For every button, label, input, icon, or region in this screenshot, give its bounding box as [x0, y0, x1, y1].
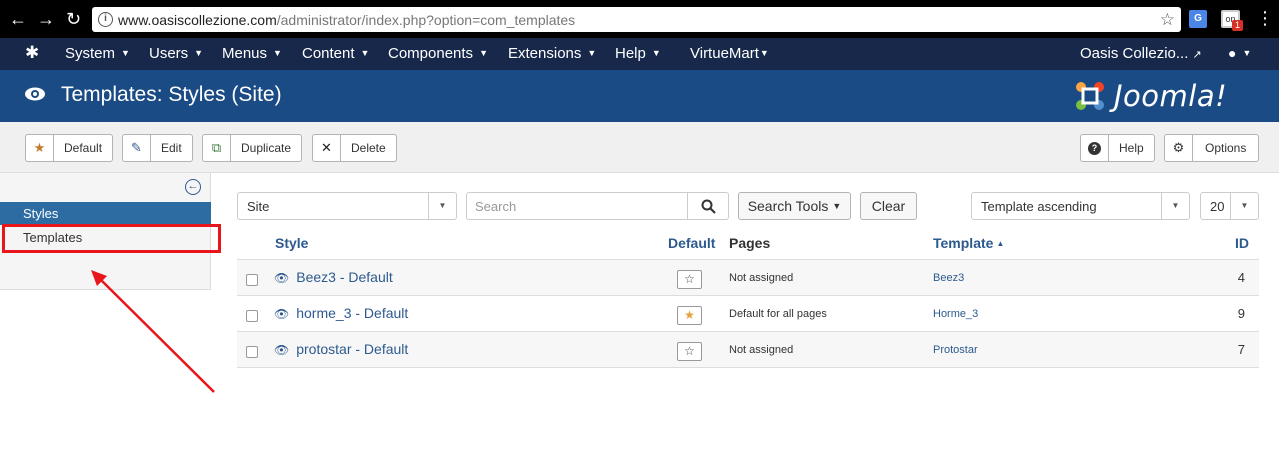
toolbar: ★ Default ✎ Edit ⧉ Duplicate ✕ Delete ? …: [0, 122, 1279, 173]
annotation-highlight-box: [2, 224, 221, 253]
menu-users[interactable]: Users ▼: [149, 45, 203, 62]
search-tools-button[interactable]: Search Tools ▼: [738, 192, 851, 220]
gear-icon: ⚙: [1165, 135, 1193, 161]
joomla-mark-icon: [1076, 82, 1104, 110]
client-select[interactable]: Site ▼: [237, 192, 457, 220]
page-title: Templates: Styles (Site): [61, 83, 282, 106]
star-icon: ★: [26, 135, 54, 161]
style-link[interactable]: 👁 horme_3 - Default: [274, 305, 408, 321]
menu-virtuemart[interactable]: VirtueMart▼: [690, 45, 769, 62]
info-icon[interactable]: i: [98, 12, 113, 27]
joomla-logo-icon[interactable]: ✱: [25, 44, 43, 62]
copy-icon: ⧉: [203, 135, 231, 161]
search-button[interactable]: [687, 192, 729, 220]
row-checkbox[interactable]: [246, 274, 258, 286]
close-icon: ✕: [313, 135, 341, 161]
extension-badge: 1: [1232, 20, 1243, 31]
edit-button[interactable]: ✎ Edit: [122, 134, 193, 162]
table-row: 👁 horme_3 - Default ★ Default for all pag…: [237, 296, 1259, 332]
options-button[interactable]: ⚙ Options: [1164, 134, 1260, 162]
edit-icon: ✎: [123, 135, 151, 161]
user-icon: ●: [1228, 45, 1237, 61]
pages-cell: Not assigned: [729, 344, 794, 356]
page-header: Templates: Styles (Site) Joomla!: [0, 70, 1279, 122]
column-header-default[interactable]: Default: [668, 235, 715, 251]
menu-content[interactable]: Content ▼: [302, 45, 369, 62]
reload-icon[interactable]: ↻: [66, 9, 81, 29]
question-icon: ?: [1081, 135, 1109, 161]
admin-navbar: ✱ System ▼ Users ▼ Menus ▼ Content ▼ Compone…: [0, 38, 1279, 70]
pages-cell: Default for all pages: [729, 308, 827, 320]
caret-down-icon: ▼: [428, 193, 456, 219]
style-link[interactable]: 👁 Beez3 - Default: [274, 269, 393, 285]
menu-components[interactable]: Components ▼: [388, 45, 488, 62]
template-link[interactable]: Horme_3: [933, 308, 978, 320]
column-header-template[interactable]: Template ▲: [933, 235, 1004, 251]
table-row: 👁 protostar - Default ☆ Not assigned Prot…: [237, 332, 1259, 368]
table-header: Style Default Pages Template ▲ ID: [237, 228, 1259, 260]
clear-button[interactable]: Clear: [860, 192, 917, 220]
eye-icon: 👁: [274, 271, 290, 285]
site-link[interactable]: Oasis Collezio... ↗: [1080, 45, 1202, 62]
browser-chrome: ← → ↻ i www.oasiscollezione.com/administ…: [0, 0, 1279, 38]
set-default-star-button[interactable]: ☆: [677, 270, 702, 289]
caret-down-icon: ▼: [1161, 193, 1189, 219]
address-bar[interactable]: i www.oasiscollezione.com/administrator/…: [92, 7, 1181, 32]
row-checkbox[interactable]: [246, 346, 258, 358]
template-link[interactable]: Beez3: [933, 272, 964, 284]
menu-system[interactable]: System ▼: [65, 45, 130, 62]
back-arrow-icon[interactable]: ←: [9, 9, 27, 29]
search-input[interactable]: [466, 192, 687, 220]
id-cell: 4: [1237, 270, 1245, 285]
row-checkbox[interactable]: [246, 310, 258, 322]
limit-select[interactable]: 20 ▼: [1200, 192, 1259, 220]
menu-extensions[interactable]: Extensions ▼: [508, 45, 596, 62]
browser-menu-icon[interactable]: ⋮: [1256, 9, 1274, 27]
menu-menus[interactable]: Menus ▼: [222, 45, 282, 62]
help-button[interactable]: ? Help: [1080, 134, 1155, 162]
sidebar-item-styles[interactable]: Styles: [0, 202, 211, 225]
column-header-pages: Pages: [729, 235, 771, 251]
user-menu[interactable]: ● ▼: [1228, 45, 1251, 61]
table-row: 👁 Beez3 - Default ☆ Not assigned Beez3 4: [237, 260, 1259, 296]
caret-down-icon: ▼: [1230, 193, 1258, 219]
set-default-star-button[interactable]: ☆: [677, 342, 702, 361]
column-header-id[interactable]: ID: [1235, 235, 1249, 251]
template-link[interactable]: Protostar: [933, 344, 978, 356]
forward-arrow-icon[interactable]: →: [37, 9, 55, 29]
search-icon: [701, 199, 716, 214]
eye-icon: [24, 83, 46, 109]
collapse-sidebar-icon[interactable]: ←: [185, 179, 201, 195]
id-cell: 9: [1237, 306, 1245, 321]
menu-help[interactable]: Help ▼: [615, 45, 661, 62]
ordering-select[interactable]: Template ascending ▼: [971, 192, 1190, 220]
pages-cell: Not assigned: [729, 272, 794, 284]
default-button[interactable]: ★ Default: [25, 134, 114, 162]
styles-table: Style Default Pages Template ▲ ID 👁 Beez3 …: [237, 228, 1259, 368]
extension-icon[interactable]: on 1: [1221, 10, 1243, 31]
bookmark-star-icon[interactable]: ☆: [1160, 10, 1175, 30]
external-link-icon: ↗: [1192, 49, 1202, 61]
delete-button[interactable]: ✕ Delete: [312, 134, 397, 162]
joomla-wordmark: Joomla!: [1114, 79, 1228, 113]
eye-icon: 👁: [274, 307, 290, 321]
column-header-style[interactable]: Style: [275, 235, 308, 251]
duplicate-button[interactable]: ⧉ Duplicate: [202, 134, 303, 162]
sort-ascending-icon: ▲: [996, 239, 1005, 248]
translate-extension-icon[interactable]: G: [1189, 10, 1207, 28]
id-cell: 7: [1237, 342, 1245, 357]
default-star-icon[interactable]: ★: [677, 306, 702, 325]
style-link[interactable]: 👁 protostar - Default: [274, 341, 408, 357]
eye-icon: 👁: [274, 343, 290, 357]
url-text: www.oasiscollezione.com/administrator/in…: [118, 12, 576, 28]
